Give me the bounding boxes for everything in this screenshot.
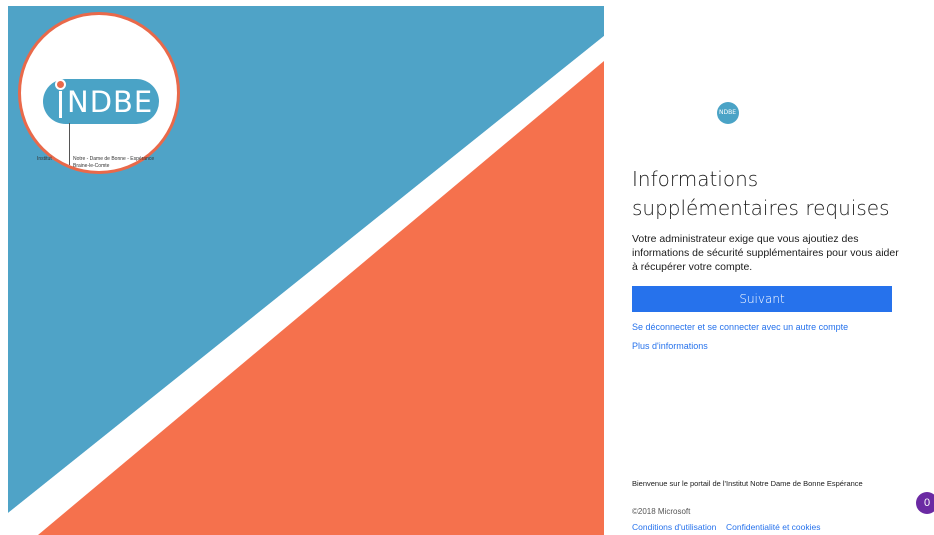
org-logo-icon: NDBE — [717, 102, 739, 124]
switch-account-link[interactable]: Se déconnecter et se connecter avec un a… — [632, 322, 848, 332]
portal-welcome-text: Bienvenue sur le portail de l'Institut N… — [632, 479, 863, 488]
school-logo: NDBE Institut Notre - Dame de Bonne - Es… — [18, 12, 180, 174]
page-title: Informations supplémentaires requises — [632, 167, 890, 220]
next-button[interactable]: Suivant — [632, 286, 892, 312]
logo-divider — [69, 123, 70, 165]
signin-panel: NDBE Informations supplémentaires requis… — [604, 0, 934, 535]
logo-word: NDBE — [67, 85, 154, 119]
notification-badge[interactable]: 0 — [916, 492, 934, 514]
logo-i-stem — [59, 91, 62, 118]
copyright-text: ©2018 Microsoft — [632, 507, 691, 516]
org-logo-text: NDBE — [719, 109, 737, 116]
logo-institute-label: Institut — [37, 156, 52, 162]
logo-school-name: Notre - Dame de Bonne - Espérance Braine… — [73, 156, 183, 170]
background-panel: NDBE Institut Notre - Dame de Bonne - Es… — [8, 6, 604, 535]
more-info-link[interactable]: Plus d'informations — [632, 341, 708, 351]
logo-i-dot — [55, 79, 66, 90]
privacy-link[interactable]: Confidentialité et cookies — [726, 522, 821, 532]
logo-name-line1: Notre - Dame de Bonne - Espérance — [73, 156, 155, 162]
page-description: Votre administrateur exige que vous ajou… — [632, 233, 899, 273]
terms-link[interactable]: Conditions d'utilisation — [632, 522, 716, 532]
logo-name-line2: Braine-le-Comte — [73, 163, 110, 169]
